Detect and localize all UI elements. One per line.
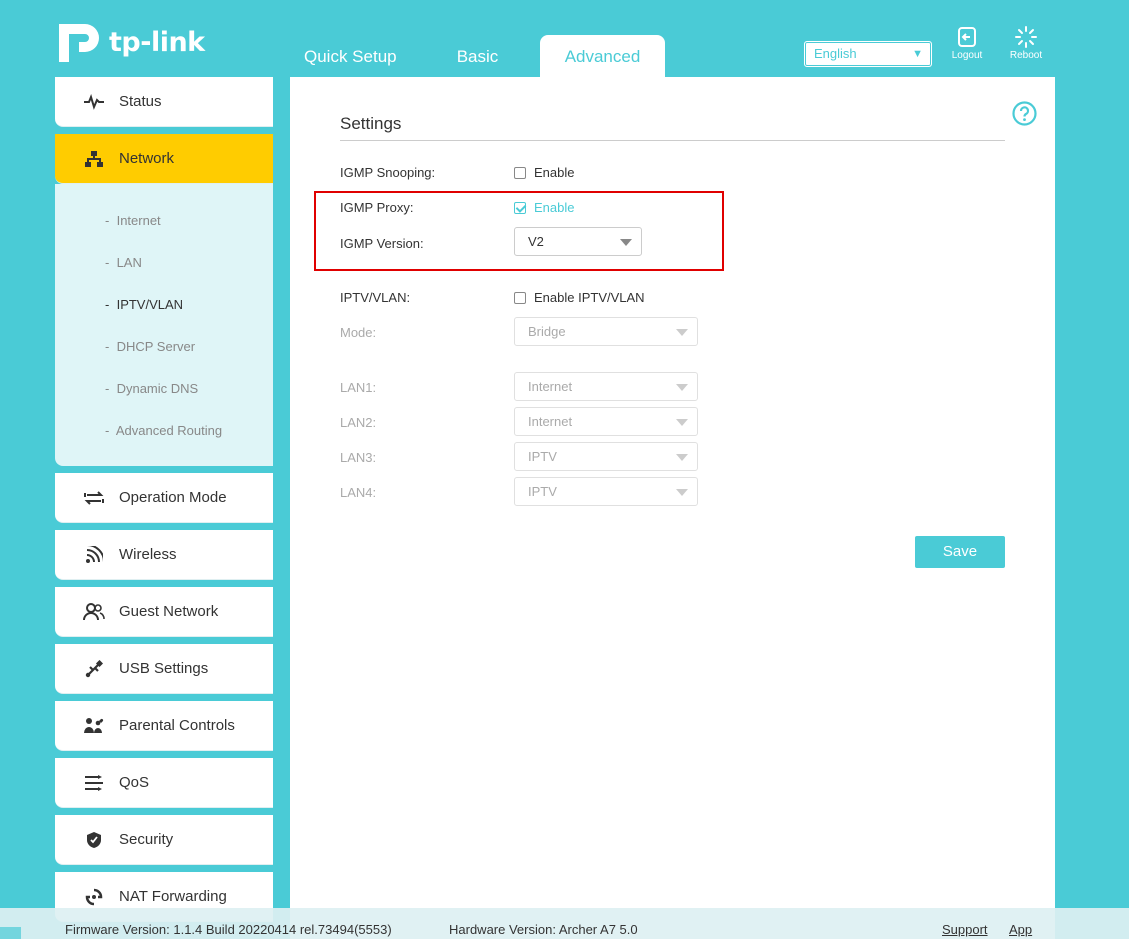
igmp-proxy-label: IGMP Proxy: (340, 200, 414, 215)
sidebar-item-label: Security (119, 831, 174, 848)
submenu-item-lan[interactable]: - LAN (105, 255, 142, 270)
tab-quick-setup[interactable]: Quick Setup (290, 35, 415, 77)
tab-advanced[interactable]: Advanced (540, 35, 665, 77)
dropdown-arrow-icon (676, 329, 688, 336)
sidebar-item-parental-controls[interactable]: Parental Controls (55, 701, 273, 751)
qos-icon (85, 774, 103, 791)
firmware-version: Firmware Version: 1.1.4 Build 20220414 r… (65, 922, 392, 937)
dropdown-arrow-icon (676, 454, 688, 461)
tp-link-logo-icon (59, 24, 99, 62)
parental-icon (84, 717, 104, 733)
main-content: Settings IGMP Snooping: Enable IGMP Prox… (290, 77, 1055, 939)
network-submenu: - Internet - LAN - IPTV/VLAN - DHCP Serv… (55, 184, 273, 466)
mode-label: Mode: (340, 325, 377, 340)
help-icon[interactable] (1012, 101, 1037, 126)
sidebar-item-label: Wireless (119, 546, 177, 563)
iptv-vlan-label: IPTV/VLAN: (340, 290, 411, 305)
footer: Firmware Version: 1.1.4 Build 20220414 r… (0, 908, 1129, 939)
sidebar-item-label: NAT Forwarding (119, 888, 227, 905)
sidebar-item-network[interactable]: Network (55, 134, 273, 184)
tp-link-logo: tp-link (55, 18, 205, 66)
lan3-select[interactable]: IPTV (514, 442, 698, 471)
lan2-label: LAN2: (340, 415, 377, 430)
operation-mode-icon (84, 490, 104, 505)
brand-name: tp-link (109, 26, 205, 58)
iptv-vlan-option: Enable IPTV/VLAN (534, 290, 645, 305)
submenu-item-dhcp-server[interactable]: - DHCP Server (105, 339, 195, 354)
logout-icon (958, 27, 976, 47)
igmp-proxy-option: Enable (534, 200, 575, 215)
chevron-down-icon: ▼ (912, 48, 923, 60)
sidebar-item-label: Network (119, 150, 175, 167)
igmp-snooping-label: IGMP Snooping: (340, 165, 436, 180)
section-title: Settings (340, 114, 402, 133)
checkbox-icon[interactable] (514, 291, 526, 304)
sidebar-item-operation-mode[interactable]: Operation Mode (55, 473, 273, 523)
lan1-label: LAN1: (340, 380, 377, 395)
igmp-snooping-checkbox[interactable]: Enable (514, 165, 574, 180)
sidebar-item-usb-settings[interactable]: USB Settings (55, 644, 273, 694)
sidebar-item-qos[interactable]: QoS (55, 758, 273, 808)
lan1-select[interactable]: Internet (514, 372, 698, 401)
lan4-label: LAN4: (340, 485, 377, 500)
sidebar-item-label: Guest Network (119, 603, 219, 620)
checkbox-checked-icon[interactable] (514, 201, 526, 214)
nat-icon (85, 888, 103, 905)
igmp-version-label: IGMP Version: (340, 236, 424, 251)
igmp-version-value: V2 (528, 234, 544, 249)
dropdown-arrow-icon (676, 489, 688, 496)
submenu-item-iptv-vlan[interactable]: - IPTV/VLAN (105, 297, 183, 312)
dropdown-arrow-icon (620, 239, 632, 246)
language-value: English (814, 46, 857, 61)
iptv-vlan-checkbox[interactable]: Enable IPTV/VLAN (514, 290, 645, 305)
save-button[interactable]: Save (915, 536, 1005, 568)
mode-select[interactable]: Bridge (514, 317, 698, 346)
app-link[interactable]: App (1009, 922, 1032, 937)
tab-basic[interactable]: Basic (415, 35, 540, 77)
sidebar-item-wireless[interactable]: Wireless (55, 530, 273, 580)
mode-value: Bridge (528, 324, 566, 339)
submenu-item-dynamic-dns[interactable]: - Dynamic DNS (105, 381, 198, 396)
sidebar-item-security[interactable]: Security (55, 815, 273, 865)
reboot-button[interactable]: Reboot (1001, 26, 1051, 61)
submenu-item-internet[interactable]: - Internet (105, 213, 161, 228)
submenu-item-advanced-routing[interactable]: - Advanced Routing (105, 423, 222, 438)
lan1-value: Internet (528, 379, 573, 394)
igmp-snooping-option: Enable (534, 165, 575, 180)
language-select[interactable]: English ▼ (804, 41, 932, 67)
lan4-value: IPTV (528, 484, 557, 499)
guest-icon (83, 602, 105, 620)
wifi-icon (86, 545, 103, 563)
hardware-version: Hardware Version: Archer A7 5.0 (449, 922, 638, 937)
sidebar-item-label: Parental Controls (119, 717, 235, 734)
pulse-icon (84, 93, 104, 110)
sidebar-item-label: Operation Mode (119, 489, 227, 506)
logout-label: Logout (951, 50, 983, 61)
sidebar-item-label: Status (119, 93, 162, 110)
reboot-label: Reboot (1009, 50, 1043, 61)
logout-button[interactable]: Logout (942, 26, 992, 61)
dropdown-arrow-icon (676, 384, 688, 391)
shield-icon (87, 831, 101, 848)
lan4-select[interactable]: IPTV (514, 477, 698, 506)
sidebar-item-guest-network[interactable]: Guest Network (55, 587, 273, 637)
checkbox-icon[interactable] (514, 166, 526, 179)
lan3-value: IPTV (528, 449, 557, 464)
corner-tab (0, 927, 21, 939)
reboot-icon (1015, 26, 1037, 48)
dropdown-arrow-icon (676, 419, 688, 426)
sidebar-item-status[interactable]: Status (55, 77, 273, 127)
igmp-version-select[interactable]: V2 (514, 227, 642, 256)
section-divider (340, 140, 1005, 141)
usb-icon (85, 659, 103, 677)
lan2-select[interactable]: Internet (514, 407, 698, 436)
sidebar-item-label: QoS (119, 774, 150, 791)
lan3-label: LAN3: (340, 450, 377, 465)
lan2-value: Internet (528, 414, 573, 429)
top-tabs: Quick Setup Basic Advanced (290, 35, 665, 77)
support-link[interactable]: Support (942, 922, 988, 937)
igmp-proxy-checkbox[interactable]: Enable (514, 200, 574, 215)
sidebar-item-label: USB Settings (119, 660, 209, 677)
network-icon (85, 150, 103, 167)
